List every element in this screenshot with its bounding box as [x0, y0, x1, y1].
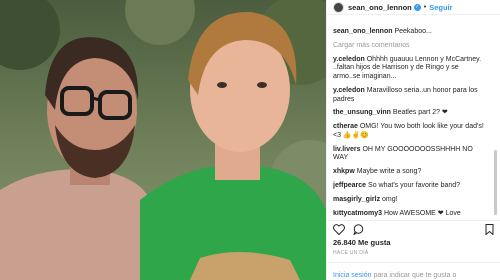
comment-username[interactable]: jeffpearce [333, 182, 366, 189]
comment-item: sean_ono_lennon Peekaboo... [333, 28, 486, 37]
login-link[interactable]: Inicia sesión [333, 272, 372, 279]
comment-item: jeffpearce So what's your favorite band? [333, 182, 486, 191]
post-timestamp: HACE UN DÍA [333, 250, 369, 256]
photo-illustration [0, 0, 326, 280]
comment-item: y.celedon Ohhhh guauuu Lennon y McCartne… [333, 56, 486, 82]
comment-item: xhkpw Maybe write a song? [333, 168, 486, 177]
comment-item: ctherae OMG! You two both look like your… [333, 123, 486, 140]
comment-text: Maybe write a song? [356, 168, 422, 176]
comment-item: masgirly_girlz omg! [333, 196, 486, 205]
comment-username[interactable]: xhkpw [333, 168, 355, 175]
comment-username[interactable]: ctherae [333, 123, 358, 130]
comment-item: y.celedon Maravilloso seria..un honor pa… [333, 87, 486, 104]
comments-scrollbar[interactable] [494, 150, 497, 215]
comment-username[interactable]: masgirly_girlz [333, 196, 380, 203]
comment-text: omg! [382, 196, 398, 204]
post-side-panel: sean_ono_lennon ✓ • Seguir sean_ono_lenn… [326, 0, 500, 280]
post-header: sean_ono_lennon ✓ • Seguir [327, 0, 500, 15]
follow-button[interactable]: Seguir [429, 3, 452, 12]
header-username[interactable]: sean_ono_lennon [348, 3, 412, 12]
comment-username[interactable]: sean_ono_lennon [333, 28, 393, 35]
comment-username[interactable]: y.celedon [333, 87, 365, 94]
heart-icon[interactable] [333, 223, 345, 235]
comment-icon[interactable] [353, 223, 364, 235]
comment-username[interactable]: y.celedon [333, 56, 365, 63]
comment-text: Beatles part 2? ❤ [392, 109, 448, 117]
comment-item: liv.livers OH MY GOOOOOOOSSHHHH NO WAY [333, 146, 486, 163]
post-photo [0, 0, 326, 280]
load-more-comments-link[interactable]: Cargar más comentarios [333, 42, 486, 49]
comment-text: How AWESOME ❤ Love [383, 209, 461, 217]
comments-list: sean_ono_lennon Peekaboo... Cargar más c… [333, 28, 486, 223]
login-prompt: Inicia sesión para indicar que te gusta … [327, 262, 500, 279]
comment-username[interactable]: kittycatmomy3 [333, 210, 382, 217]
separator-dot: • [423, 3, 427, 11]
comment-item: kittycatmomy3 How AWESOME ❤ Love [333, 210, 486, 218]
action-bar [327, 220, 500, 237]
bookmark-icon[interactable] [485, 223, 494, 235]
comment-username[interactable]: liv.livers [333, 146, 361, 153]
comment-text: Peekaboo... [394, 28, 432, 35]
comment-text: So what's your favorite band? [368, 182, 461, 190]
comment-username[interactable]: the_unsung_vinn [333, 109, 391, 116]
login-prompt-text: para indicar que te gusta o [371, 272, 457, 279]
likes-count[interactable]: 26.840 Me gusta [333, 238, 391, 247]
comment-item: the_unsung_vinn Beatles part 2? ❤ [333, 109, 486, 118]
verified-badge-icon: ✓ [413, 3, 421, 11]
avatar[interactable] [333, 1, 344, 13]
